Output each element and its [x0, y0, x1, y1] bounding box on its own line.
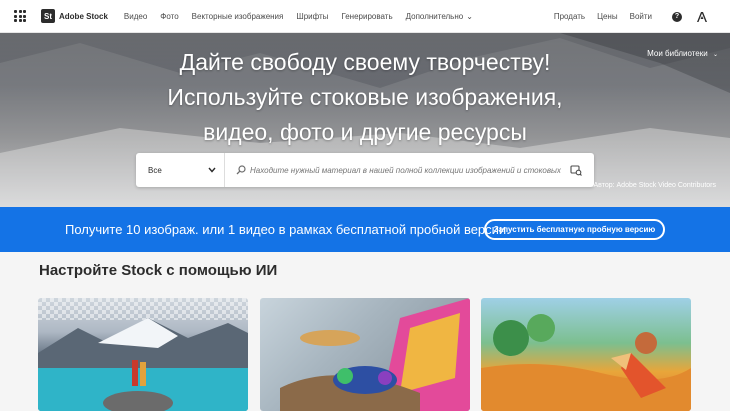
top-nav: St Adobe Stock Видео Фото Векторные изоб… — [0, 0, 730, 33]
landscape-image — [38, 318, 248, 411]
hero-banner: Дайте свободу своему творчеству! Использ… — [0, 33, 730, 207]
animals-image — [280, 298, 470, 411]
nav-video[interactable]: Видео — [124, 12, 147, 21]
help-icon[interactable]: ? — [672, 11, 682, 22]
search-input[interactable] — [246, 153, 570, 187]
nav-more[interactable]: Дополнительно ⌄ — [406, 12, 486, 21]
search-icon — [236, 165, 246, 175]
adobe-stock-logo[interactable]: St Adobe Stock — [41, 9, 108, 23]
ai-card-painting[interactable] — [481, 298, 691, 411]
my-libraries-label: Мои библиотеки — [647, 49, 708, 58]
start-free-trial-button[interactable]: Запустить бесплатную пробную версию — [484, 219, 665, 240]
nav-sell[interactable]: Продать — [554, 12, 585, 21]
hero-title: Дайте свободу своему творчеству! Использ… — [0, 45, 730, 150]
category-select-value: Все — [148, 165, 162, 175]
nav-more-label: Дополнительно — [405, 11, 464, 21]
promo-text: Получите 10 изображ. или 1 видео в рамка… — [65, 222, 510, 237]
my-libraries-button[interactable]: Мои библиотеки ⌄ — [647, 49, 718, 58]
ai-card-animals[interactable] — [260, 298, 470, 411]
hero-title-line-3: видео, фото и другие ресурсы — [203, 119, 527, 145]
ai-card-landscape[interactable] — [38, 298, 248, 411]
logo-text: Adobe Stock — [59, 11, 108, 21]
hero-title-line-1: Дайте свободу своему творчеству! — [179, 49, 551, 75]
nav-right: Продать Цены Войти ? — [542, 0, 708, 33]
hero-title-line-2: Используйте стоковые изображения, — [167, 84, 563, 110]
image-credit: Автор: Adobe Stock Video Contributors — [593, 182, 716, 189]
painting-image — [481, 314, 691, 411]
stock-logo-icon: St — [41, 9, 55, 23]
apps-grid-icon[interactable] — [14, 10, 26, 22]
nav-generate[interactable]: Генерировать — [341, 12, 392, 21]
nav-pricing[interactable]: Цены — [597, 12, 618, 21]
nav-links: Видео Фото Векторные изображения Шрифты … — [124, 12, 499, 21]
section-title: Настройте Stock с помощью ИИ — [39, 262, 278, 279]
chevron-down-icon: ⌄ — [466, 11, 473, 21]
category-select[interactable]: Все — [136, 153, 225, 187]
visual-search-icon[interactable] — [570, 164, 582, 176]
chevron-down-icon: ⌄ — [712, 52, 718, 58]
chevron-down-icon — [208, 167, 216, 173]
promo-banner: Получите 10 изображ. или 1 видео в рамка… — [0, 207, 730, 252]
adobe-icon[interactable] — [696, 11, 708, 23]
nav-vectors[interactable]: Векторные изображения — [192, 12, 284, 21]
nav-fonts[interactable]: Шрифты — [296, 12, 328, 21]
nav-signin[interactable]: Войти — [630, 12, 652, 21]
search-bar: Все — [136, 153, 594, 187]
nav-photo[interactable]: Фото — [160, 12, 178, 21]
